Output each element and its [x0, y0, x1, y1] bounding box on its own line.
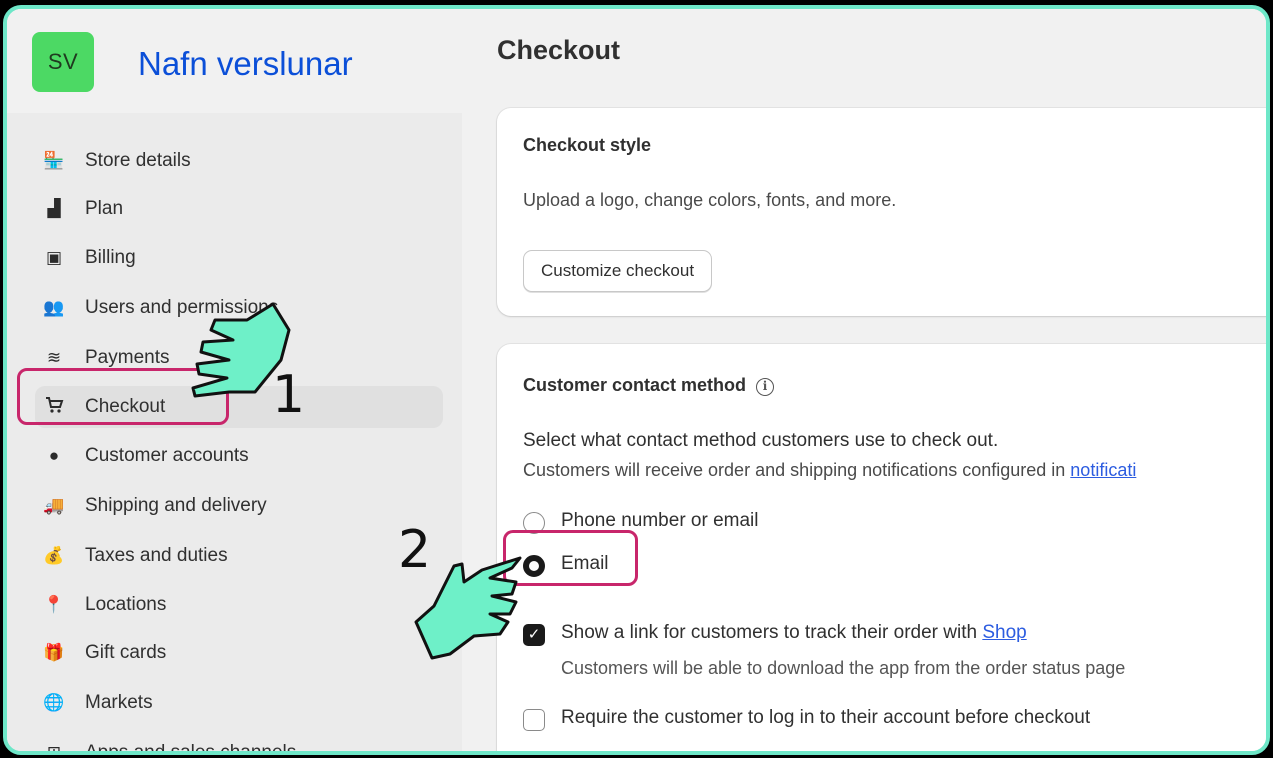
- payments-icon: ≋: [46, 348, 62, 367]
- checkmark-icon: ✓: [527, 626, 541, 643]
- page-title: Checkout: [497, 35, 621, 65]
- shop-link-text: Show a link for customers to track their…: [561, 622, 978, 643]
- users-icon: 👥: [43, 298, 65, 317]
- billing-icon: ▣: [45, 248, 63, 267]
- shop-link-help: Customers will be able to download the a…: [561, 658, 1126, 678]
- gift-card-icon: 🎁: [43, 643, 65, 662]
- checkout-style-description: Upload a logo, change colors, fonts, and…: [523, 190, 897, 210]
- contact-method-title: Customer contact method i: [523, 375, 775, 396]
- sidebar-item-plan[interactable]: ▟ Plan: [35, 188, 443, 230]
- tax-icon: 💰: [43, 546, 65, 565]
- sidebar-item-markets[interactable]: 🌐 Markets: [35, 682, 443, 724]
- customize-checkout-button[interactable]: Customize checkout: [523, 250, 713, 292]
- person-icon: ●: [48, 446, 60, 465]
- sidebar-item-label: Billing: [85, 247, 136, 268]
- description-text: Customers will receive order and shippin…: [523, 460, 1066, 480]
- store-icon: 🏪: [43, 151, 65, 170]
- shop-link[interactable]: Shop: [982, 622, 1026, 643]
- require-login-label[interactable]: Require the customer to log in to their …: [561, 707, 1090, 729]
- sidebar-item-label: Apps and sales channels: [85, 742, 297, 755]
- sidebar-item-locations[interactable]: 📍 Locations: [35, 584, 443, 626]
- sidebar-item-label: Shipping and delivery: [85, 495, 267, 516]
- plan-icon: ▟: [47, 199, 61, 218]
- checkout-style-card: Checkout style Upload a logo, change col…: [497, 108, 1266, 316]
- sidebar-item-store-details[interactable]: 🏪 Store details: [35, 140, 443, 182]
- main-content: Checkout Checkout style Upload a logo, c…: [462, 9, 1266, 751]
- store-header[interactable]: SV Nafn verslunar: [7, 9, 462, 113]
- store-avatar[interactable]: SV: [32, 32, 94, 92]
- truck-icon: 🚚: [43, 496, 65, 515]
- sidebar-item-taxes[interactable]: 💰 Taxes and duties: [35, 535, 443, 577]
- require-login-checkbox[interactable]: [523, 709, 545, 731]
- sidebar-item-apps[interactable]: ⊞ Apps and sales channels: [35, 732, 443, 755]
- sidebar-item-shipping[interactable]: 🚚 Shipping and delivery: [35, 485, 443, 527]
- apps-icon: ⊞: [46, 743, 62, 755]
- contact-method-title-text: Customer contact method: [523, 375, 747, 395]
- pointing-hand-icon: [191, 302, 291, 398]
- phone-or-email-label[interactable]: Phone number or email: [561, 510, 759, 532]
- sidebar-item-label: Store details: [85, 150, 191, 171]
- contact-method-prompt: Select what contact method customers use…: [523, 430, 999, 451]
- shop-link-label[interactable]: Show a link for customers to track their…: [561, 622, 1027, 644]
- sidebar-item-customer-accounts[interactable]: ● Customer accounts: [35, 435, 443, 477]
- sidebar-item-label: Gift cards: [85, 642, 167, 663]
- sidebar-item-label: Customer accounts: [85, 445, 249, 466]
- settings-nav: 🏪 Store details ▟ Plan ▣ Billing 👥 Users…: [7, 113, 462, 755]
- sidebar-item-label: Locations: [85, 594, 167, 615]
- info-icon[interactable]: i: [756, 378, 775, 396]
- location-pin-icon: 📍: [43, 595, 65, 614]
- contact-method-description: Customers will receive order and shippin…: [523, 460, 1136, 481]
- notifications-link[interactable]: notificati: [1070, 460, 1136, 480]
- sidebar-item-label: Taxes and duties: [85, 545, 228, 566]
- store-name[interactable]: Nafn verslunar: [138, 45, 353, 83]
- sidebar-item-billing[interactable]: ▣ Billing: [35, 237, 443, 279]
- sidebar-item-label: Payments: [85, 347, 170, 368]
- globe-icon: 🌐: [43, 693, 65, 712]
- pointing-hand-icon: [414, 556, 522, 660]
- sidebar-item-label: Markets: [85, 692, 153, 713]
- sidebar-item-label: Plan: [85, 198, 124, 219]
- sidebar-item-gift-cards[interactable]: 🎁 Gift cards: [35, 632, 443, 674]
- checkout-style-title: Checkout style: [523, 135, 652, 155]
